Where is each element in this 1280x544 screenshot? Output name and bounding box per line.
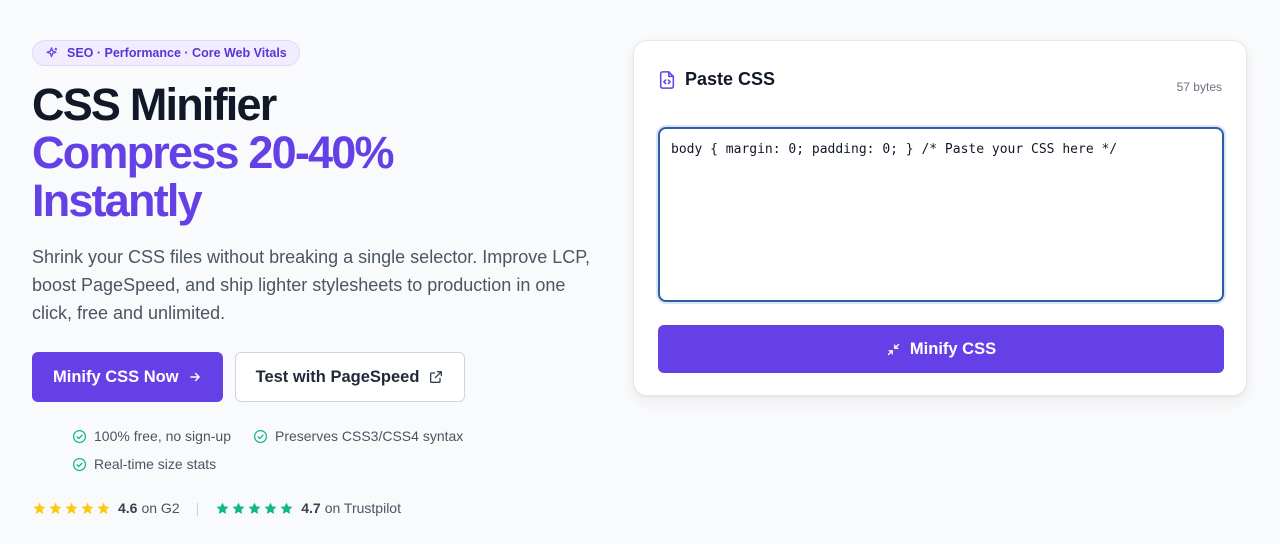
- minify-css-now-button[interactable]: Minify CSS Now: [32, 352, 223, 402]
- page-title: CSS Minifier Compress 20-40% Instantly: [32, 81, 612, 225]
- test-pagespeed-button[interactable]: Test with PageSpeed: [234, 352, 466, 402]
- card-header: Paste CSS: [658, 69, 775, 90]
- arrow-right-icon: [189, 372, 200, 382]
- g2-rating-value: 4.6: [118, 500, 138, 516]
- title-line-3: Instantly: [32, 175, 203, 226]
- star-icon: [264, 502, 277, 514]
- feature-item: 100% free, no sign-up: [72, 428, 231, 444]
- card-title: Paste CSS: [685, 69, 776, 89]
- badge-text: SEO · Performance · Core Web Vitals: [67, 46, 287, 60]
- trustpilot-rating-source: on Trustpilot: [324, 500, 401, 516]
- feature-list: 100% free, no sign-up Preserves CSS3/CSS…: [72, 428, 512, 472]
- g2-stars: [32, 501, 111, 516]
- star-icon: [248, 502, 261, 514]
- ratings-row: 4.6 on G2 | 4.7 on Trustpilot: [32, 500, 612, 516]
- g2-rating-source: on G2: [141, 500, 180, 516]
- trustpilot-stars: [215, 501, 294, 516]
- byte-count: 57 bytes: [1176, 80, 1222, 94]
- title-line-1: CSS Minifier: [32, 79, 277, 130]
- code-file-icon: [659, 70, 675, 89]
- category-badge: SEO · Performance · Core Web Vitals: [32, 40, 300, 66]
- check-circle-icon: [72, 429, 87, 443]
- minify-css-label: Minify CSS: [909, 339, 997, 358]
- rating-separator: |: [195, 500, 200, 516]
- star-icon: [97, 502, 110, 514]
- star-icon: [280, 502, 293, 514]
- check-circle-icon: [253, 429, 268, 443]
- cta-group: Minify CSS Now Test with PageSpeed: [32, 352, 612, 402]
- star-icon: [65, 502, 78, 514]
- hero-description: Shrink your CSS files without breaking a…: [32, 247, 590, 323]
- star-icon: [33, 502, 46, 514]
- star-icon: [81, 502, 94, 514]
- trustpilot-rating-value: 4.7: [301, 500, 321, 516]
- feature-item: Preserves CSS3/CSS4 syntax: [253, 428, 463, 444]
- star-icon: [232, 502, 245, 514]
- check-circle-icon: [72, 457, 87, 471]
- star-icon: [49, 502, 62, 514]
- css-input-textarea[interactable]: body { margin: 0; padding: 0; } /* Paste…: [658, 127, 1224, 302]
- sparkle-icon: [46, 46, 58, 57]
- title-line-2: Compress 20-40%: [32, 127, 394, 178]
- external-link-icon: [430, 371, 443, 383]
- css-input-card: Paste CSS 57 bytes body { margin: 0; pad…: [633, 40, 1247, 396]
- minimize-icon: [887, 343, 900, 355]
- hero-section: SEO · Performance · Core Web Vitals CSS …: [32, 40, 612, 516]
- feature-item: Real-time size stats: [72, 456, 216, 472]
- minify-css-button[interactable]: Minify CSS: [658, 325, 1224, 373]
- minify-css-now-label: Minify CSS Now: [53, 367, 179, 386]
- test-pagespeed-label: Test with PageSpeed: [255, 367, 420, 386]
- star-icon: [216, 502, 229, 514]
